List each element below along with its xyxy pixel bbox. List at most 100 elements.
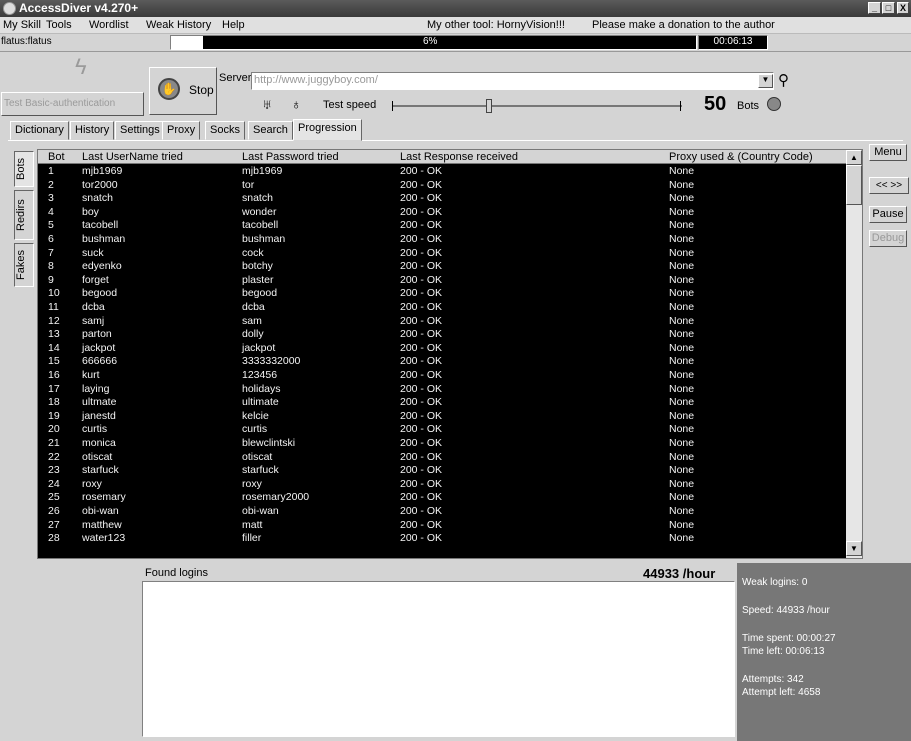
table-row[interactable]: 3 snatch snatch 200 - OK None [38,192,846,206]
table-row[interactable]: 1 mjb1969 mjb1969 200 - OK None [38,165,846,179]
tab-proxy[interactable]: Proxy [162,121,201,140]
menu-weak-history[interactable]: Weak History [146,19,211,31]
side-tab-bots[interactable]: Bots [14,151,34,187]
table-row[interactable]: 24 roxy roxy 200 - OK None [38,478,846,492]
other-tool-link[interactable]: My other tool: HornyVision!!! [427,19,565,31]
proxy-cell: None [669,233,695,245]
menu-my-skill[interactable]: My Skill [3,19,41,31]
server-dropdown-button[interactable]: ▼ [758,74,773,88]
test-basic-auth-button[interactable]: Test Basic-authentication [1,92,144,116]
stop-button[interactable]: ✋ Stop [149,67,217,115]
donation-link[interactable]: Please make a donation to the author [592,19,775,31]
password-cell: curtis [242,423,268,436]
speed-slider[interactable] [392,99,682,113]
table-row[interactable]: 27 matthew matt 200 - OK None [38,519,846,533]
table-row[interactable]: 22 otiscat otiscat 200 - OK None [38,451,846,465]
username-cell: water123 [82,532,126,545]
proxy-cell: None [669,165,695,177]
password-cell: wonder [242,205,277,218]
server-url-text: http://www.juggyboy.com/ [254,74,378,86]
scroll-down-button[interactable]: ▼ [846,541,862,556]
tab-progression[interactable]: Progression [293,119,362,141]
table-row[interactable]: 8 edyenko botchy 200 - OK None [38,260,846,274]
response-cell: 200 - OK [400,219,443,232]
scroll-thumb[interactable] [846,165,862,205]
table-row[interactable]: 20 curtis curtis 200 - OK None [38,423,846,437]
username-cell: snatch [82,192,113,205]
header-password[interactable]: Last Password tried [242,151,339,163]
speed-stat: Speed: 44933 /hour [742,605,830,616]
table-row[interactable]: 7 suck cock 200 - OK None [38,247,846,261]
minimize-button[interactable]: _ [868,2,881,14]
table-row[interactable]: 19 janestd kelcie 200 - OK None [38,410,846,424]
proxy-cell: None [669,260,695,273]
link-icon[interactable]: ♁ [291,96,302,112]
found-logins-list[interactable] [142,581,735,737]
bots-label: Bots [737,100,760,112]
table-row[interactable]: 26 obi-wan obi-wan 200 - OK None [38,505,846,519]
server-input[interactable]: http://www.juggyboy.com/ ▼ [251,72,774,90]
side-tab-fakes[interactable]: Fakes [14,243,34,287]
table-row[interactable]: 18 ultmate ultimate 200 - OK None [38,396,846,410]
side-tab-redirs[interactable]: Redirs [14,190,34,240]
password-cell: plaster [242,273,274,286]
table-row[interactable]: 4 boy wonder 200 - OK None [38,206,846,220]
proxy-cell: None [669,205,695,218]
proxy-cell: None [669,464,695,477]
table-row[interactable]: 2 tor2000 tor 200 - OK None [38,179,846,193]
tab-socks[interactable]: Socks [205,121,245,140]
username-cell: tor2000 [82,178,118,191]
table-row[interactable]: 9 forget plaster 200 - OK None [38,274,846,288]
pause-button[interactable]: Pause [869,206,907,223]
speed-slider-thumb[interactable] [485,99,492,113]
menu-tools[interactable]: Tools [46,19,72,31]
menu-button[interactable]: Menu [869,144,907,161]
nav-arrows-button[interactable]: << >> [869,177,909,194]
tab-search[interactable]: Search [248,121,293,140]
bot-number: 1 [48,165,54,177]
maximize-button[interactable]: □ [882,2,895,14]
table-row[interactable]: 10 begood begood 200 - OK None [38,287,846,301]
table-row[interactable]: 21 monica blewclintski 200 - OK None [38,437,846,451]
search-icon[interactable]: ⚲ [778,71,789,89]
table-row[interactable]: 28 water123 filler 200 - OK None [38,532,846,546]
response-cell: 200 - OK [400,273,443,286]
password-cell: kelcie [242,409,269,422]
debug-button[interactable]: Debug [869,230,907,247]
tab-dictionary[interactable]: Dictionary [10,121,69,140]
header-proxy[interactable]: Proxy used & (Country Code) [669,151,813,163]
credentials-label: flatus:flatus [1,36,52,47]
table-row[interactable]: 13 parton dolly 200 - OK None [38,328,846,342]
table-row[interactable]: 6 bushman bushman 200 - OK None [38,233,846,247]
grid-scrollbar[interactable]: ▲ ▼ [846,150,862,558]
scroll-up-button[interactable]: ▲ [846,150,862,165]
globe-icon[interactable] [767,97,781,111]
gear-tool-icon[interactable]: ♅ [262,96,273,112]
response-cell: 200 - OK [400,192,443,205]
table-row[interactable]: 15 666666 3333332000 200 - OK None [38,355,846,369]
table-row[interactable]: 11 dcba dcba 200 - OK None [38,301,846,315]
table-row[interactable]: 23 starfuck starfuck 200 - OK None [38,464,846,478]
tab-settings[interactable]: Settings [115,121,165,140]
bot-number: 21 [48,437,60,449]
table-row[interactable]: 17 laying holidays 200 - OK None [38,383,846,397]
close-button[interactable]: X [897,2,909,14]
table-row[interactable]: 16 kurt 123456 200 - OK None [38,369,846,383]
tab-history[interactable]: History [70,121,115,140]
response-cell: 200 - OK [400,233,443,245]
menu-wordlist[interactable]: Wordlist [89,19,129,31]
test-speed-label: Test speed [323,99,377,111]
table-row[interactable]: 25 rosemary rosemary2000 200 - OK None [38,491,846,505]
table-row[interactable]: 12 samj sam 200 - OK None [38,315,846,329]
username-cell: kurt [82,369,100,381]
header-username[interactable]: Last UserName tried [82,151,183,163]
proxy-cell: None [669,477,695,490]
password-cell: matt [242,518,263,531]
table-row[interactable]: 14 jackpot jackpot 200 - OK None [38,342,846,356]
menu-help[interactable]: Help [222,19,245,31]
username-cell: rosemary [82,491,126,504]
table-row[interactable]: 5 tacobell tacobell 200 - OK None [38,219,846,233]
header-bot[interactable]: Bot [48,151,65,163]
time-left-stat: Time left: 00:06:13 [742,646,825,657]
header-response[interactable]: Last Response received [400,151,518,163]
